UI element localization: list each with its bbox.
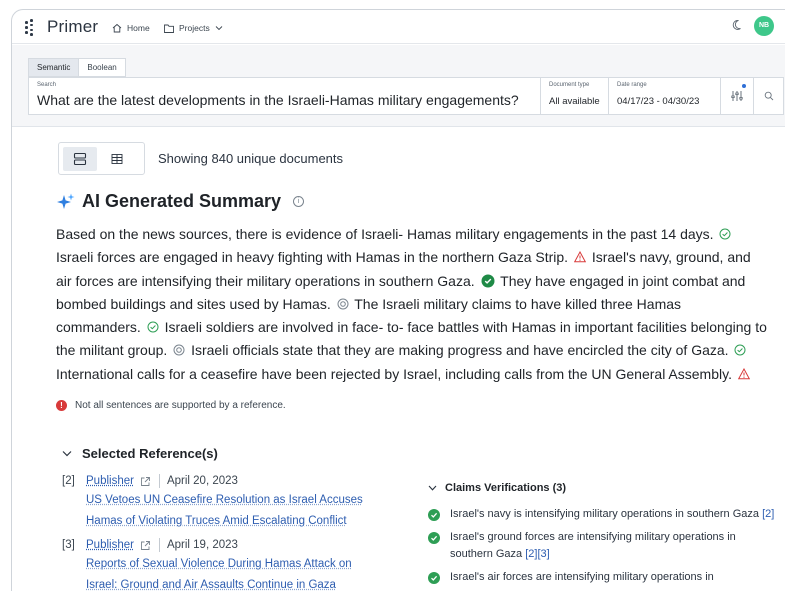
- summary-sentence: Israeli forces are engaged in heavy figh…: [56, 249, 569, 266]
- reference-title-line: Israel: Ground and Air Assaults Continue…: [86, 579, 336, 591]
- reference-item: [3] Publisher April 19, 2023 Reports of …: [62, 536, 402, 591]
- selected-references-heading: Selected Reference(s): [82, 446, 218, 461]
- nav-home-label: Home: [127, 23, 150, 33]
- partial-support-icon[interactable]: [173, 344, 185, 356]
- view-toggle: [58, 142, 145, 175]
- claims-verifications-toggle[interactable]: Claims Verifications (3): [428, 482, 566, 494]
- logo-dots-icon: [25, 19, 41, 36]
- warning-triangle-icon[interactable]: [737, 367, 750, 380]
- verified-check-icon: [428, 532, 440, 544]
- selected-references-toggle[interactable]: Selected Reference(s): [62, 446, 218, 461]
- unsupported-warning-text: Not all sentences are supported by a ref…: [75, 400, 286, 411]
- search-panel: Semantic Boolean Search What are the lat…: [12, 45, 785, 127]
- external-link-icon[interactable]: [140, 540, 151, 551]
- alert-icon: !: [56, 400, 67, 411]
- reference-title-link[interactable]: US Vetoes UN Ceasefire Resolution as Isr…: [86, 490, 402, 532]
- ai-summary-header: AI Generated Summary i: [56, 191, 305, 212]
- home-icon: [112, 23, 122, 33]
- verified-check-icon: [428, 509, 440, 521]
- nav-projects-label: Projects: [179, 23, 210, 33]
- unsupported-warning: ! Not all sentences are supported by a r…: [56, 400, 286, 411]
- date-range-picker[interactable]: Date range 04/17/23 - 04/30/23: [608, 78, 720, 114]
- search-label: Search: [37, 82, 57, 88]
- claims-verifications-heading: Claims Verifications (3): [445, 482, 567, 494]
- claim-text: Israel's air forces are intensifying mil…: [450, 571, 714, 583]
- chevron-down-icon: [428, 485, 437, 491]
- reference-number: [2]: [62, 475, 75, 487]
- document-type-select[interactable]: Document type All available: [540, 78, 608, 114]
- top-navbar: Primer Home Projects NB: [12, 10, 785, 44]
- document-type-label: Document type: [549, 82, 590, 88]
- search-bar: Search What are the latest developments …: [28, 77, 784, 115]
- verified-outline-icon[interactable]: [719, 228, 731, 240]
- reference-title-line: Reports of Sexual Violence During Hamas …: [86, 558, 352, 570]
- claim-item: Israel's navy is intensifying military o…: [428, 506, 778, 523]
- reference-title-line: Hamas of Violating Truces Amid Escalatin…: [86, 515, 347, 527]
- sparkle-icon: [57, 193, 75, 209]
- app-window: Primer Home Projects NB Semantic Boolean…: [11, 9, 785, 591]
- tab-semantic[interactable]: Semantic: [28, 58, 80, 77]
- chevron-down-icon: [62, 451, 72, 457]
- claim-text: Israel's ground forces are intensifying …: [450, 531, 736, 560]
- reference-list: [2] Publisher April 20, 2023 US Vetoes U…: [62, 472, 402, 591]
- sliders-icon: [731, 91, 743, 101]
- claim-item: Israel's ground forces are intensifying …: [428, 529, 778, 563]
- search-field[interactable]: Search What are the latest developments …: [29, 78, 539, 114]
- claim-reference-link[interactable]: [2][3]: [525, 548, 549, 560]
- theme-toggle-moon-icon[interactable]: [732, 19, 744, 34]
- reference-item: [2] Publisher April 20, 2023 US Vetoes U…: [62, 472, 402, 532]
- claims-list: Israel's navy is intensifying military o…: [428, 506, 778, 591]
- info-icon[interactable]: i: [293, 196, 305, 207]
- verified-outline-icon[interactable]: [734, 344, 746, 356]
- primer-logo[interactable]: Primer: [25, 17, 98, 37]
- reference-date: April 19, 2023: [166, 539, 238, 551]
- warning-triangle-icon[interactable]: [573, 251, 586, 263]
- user-avatar[interactable]: NB: [754, 16, 774, 36]
- reference-number: [3]: [62, 539, 75, 551]
- reference-title-link[interactable]: Reports of Sexual Violence During Hamas …: [86, 554, 402, 591]
- summary-sentence: Based on the news sources, there is evid…: [56, 226, 714, 242]
- tab-boolean[interactable]: Boolean: [79, 58, 126, 77]
- reference-title-line: US Vetoes UN Ceasefire Resolution as Isr…: [86, 494, 363, 506]
- filters-button[interactable]: [720, 78, 753, 114]
- partial-support-icon[interactable]: [337, 298, 349, 310]
- list-view-icon: [73, 152, 87, 166]
- folder-icon: [164, 24, 174, 33]
- verified-outline-icon[interactable]: [147, 321, 159, 333]
- search-button[interactable]: [753, 78, 784, 114]
- ai-summary-text: Based on the news sources, there is evid…: [56, 223, 768, 386]
- search-icon: [764, 91, 774, 101]
- publisher-link[interactable]: Publisher: [86, 475, 134, 487]
- external-link-icon[interactable]: [140, 476, 151, 487]
- filter-active-dot: [742, 84, 746, 88]
- divider: [158, 474, 160, 488]
- table-view-button[interactable]: [100, 147, 134, 171]
- claim-text: Israel's navy is intensifying military o…: [450, 508, 760, 520]
- search-input[interactable]: What are the latest developments in the …: [37, 92, 519, 108]
- divider: [158, 538, 160, 552]
- verified-filled-icon[interactable]: [481, 274, 495, 288]
- chevron-down-icon: [215, 26, 223, 31]
- nav-projects[interactable]: Projects: [164, 23, 223, 33]
- results-count: Showing 840 unique documents: [158, 151, 344, 166]
- summary-sentence: Israeli officials state that they are ma…: [191, 342, 729, 359]
- verified-check-icon: [428, 572, 440, 584]
- nav-home[interactable]: Home: [112, 23, 150, 33]
- claim-item: Israel's air forces are intensifying mil…: [428, 569, 778, 586]
- date-range-label: Date range: [617, 82, 647, 88]
- document-type-value: All available: [549, 96, 600, 107]
- list-view-button[interactable]: [63, 147, 97, 171]
- summary-sentence: International calls for a ceasefire have…: [56, 365, 732, 382]
- claim-reference-link[interactable]: [2]: [762, 508, 774, 520]
- publisher-link[interactable]: Publisher: [86, 539, 134, 551]
- reference-date: April 20, 2023: [166, 475, 238, 487]
- date-range-value: 04/17/23 - 04/30/23: [617, 96, 700, 107]
- ai-summary-title: AI Generated Summary: [82, 191, 282, 211]
- table-view-icon: [111, 154, 123, 164]
- search-mode-tabs: Semantic Boolean: [28, 58, 126, 77]
- logo-text: Primer: [47, 17, 99, 36]
